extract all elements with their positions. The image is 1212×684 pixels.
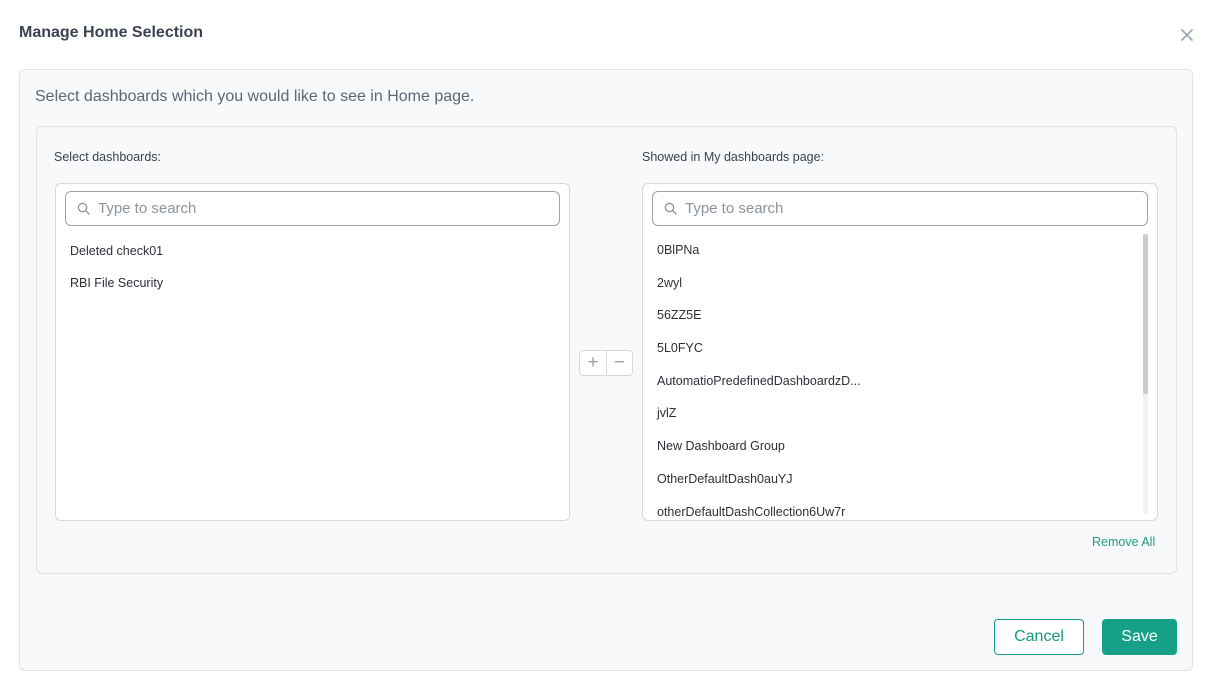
list-item[interactable]: 5L0FYC (643, 332, 1157, 365)
list-item[interactable]: 2wyl (643, 267, 1157, 300)
close-button[interactable] (1178, 26, 1196, 44)
intro-text: Select dashboards which you would like t… (35, 88, 475, 105)
list-item[interactable]: otherDefaultDashCollection6Uw7r (643, 496, 1157, 521)
selected-dashboards-list: 0BlPNa2wyl56ZZ5E5L0FYCAutomatioPredefine… (642, 183, 1158, 521)
list-item[interactable]: 0BlPNa (643, 234, 1157, 267)
remove-selected-button[interactable]: − (605, 351, 632, 375)
scrollbar-thumb[interactable] (1143, 234, 1148, 394)
available-search-box (65, 191, 560, 226)
list-item[interactable]: Deleted check01 (56, 235, 569, 267)
save-button[interactable]: Save (1102, 619, 1177, 655)
available-search-input[interactable] (98, 200, 542, 217)
search-icon (664, 202, 677, 215)
add-selected-button[interactable]: + (580, 351, 606, 375)
available-dashboards-list: Deleted check01RBI File Security (55, 183, 570, 521)
remove-all-link[interactable]: Remove All (1092, 535, 1155, 549)
close-icon (1181, 29, 1193, 41)
list-item[interactable]: AutomatioPredefinedDashboardzD... (643, 365, 1157, 398)
list-item[interactable]: RBI File Security (56, 267, 569, 299)
selected-items: 0BlPNa 2wyl 56ZZ5E 5L0FYC AutomatioPredefine… (643, 234, 1157, 520)
available-dashboards-label: Select dashboards: (54, 150, 162, 164)
selected-dashboards-label: Showed in My dashboards page: (642, 150, 825, 164)
list-item[interactable]: jvlZ (643, 397, 1157, 430)
selected-search-box (652, 191, 1148, 226)
list-item[interactable]: 56ZZ5E (643, 299, 1157, 332)
dialog-title: Manage Home Selection (19, 24, 204, 41)
available-items: Deleted check01 RBI File Security (56, 235, 569, 520)
cancel-button[interactable]: Cancel (994, 619, 1084, 655)
selected-search-input[interactable] (685, 200, 1130, 217)
list-item[interactable]: New Dashboard Group (643, 430, 1157, 463)
search-icon (77, 202, 90, 215)
transfer-controls: + − (579, 350, 633, 376)
list-item[interactable]: OtherDefaultDash0auYJ (643, 463, 1157, 496)
